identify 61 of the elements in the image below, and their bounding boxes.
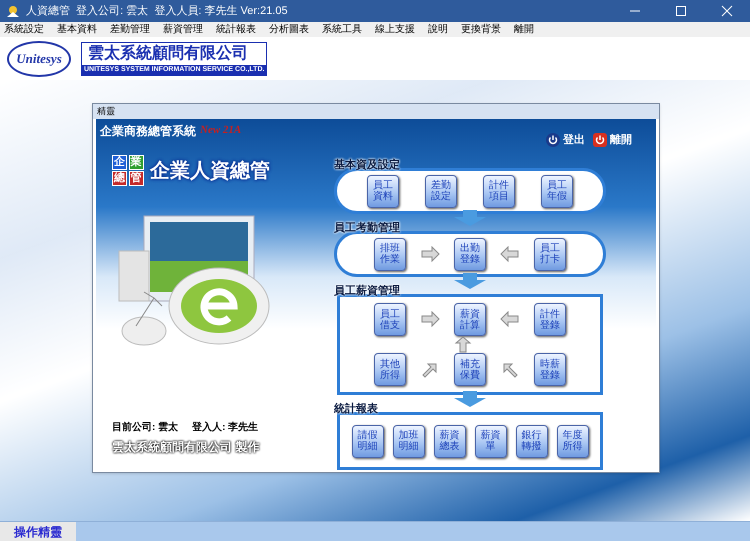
menu-button[interactable]: 薪資總表	[434, 424, 466, 458]
menu-button[interactable]: 計件登錄	[534, 303, 566, 336]
menu-button[interactable]: 薪資計算	[454, 303, 486, 336]
menu-item[interactable]: 系統設定	[4, 23, 44, 36]
section-title: 統計報表	[334, 403, 379, 415]
menu-item[interactable]: 說明	[428, 23, 448, 36]
app-icon	[6, 4, 20, 18]
menu-item[interactable]: 薪資管理	[163, 23, 203, 36]
window-title: 人資總管 登入公司: 雲太 登入人員: 李先生 Ver:21.05	[26, 4, 288, 19]
tab[interactable]: 操作精靈	[0, 522, 76, 541]
user-label: 登入人: 李先生	[192, 420, 258, 435]
emblem-logo: Unitesys	[7, 40, 71, 76]
menu-item[interactable]: 系統工具	[322, 23, 362, 36]
menu-button[interactable]: 年度所得	[556, 424, 588, 458]
menu-button[interactable]: 時薪登錄	[534, 353, 566, 386]
arrow-icon	[500, 311, 520, 328]
arrow-icon	[454, 336, 474, 353]
menu-button[interactable]: 員工年假	[541, 174, 573, 208]
system-name: 企業商務總管系統	[100, 123, 196, 140]
menu-item[interactable]: 線上支援	[375, 23, 415, 36]
arrow-icon	[500, 246, 520, 262]
exit-button[interactable]: 離開	[593, 132, 632, 148]
menu-button[interactable]: 排班作業	[374, 238, 406, 270]
menu-item[interactable]: 更換背景	[461, 23, 501, 36]
panel-title: 精靈	[93, 104, 659, 119]
menu-button[interactable]: 補充保費	[454, 353, 486, 386]
menu-button[interactable]: 其他所得	[374, 353, 406, 386]
menu-button[interactable]: 薪資單	[474, 424, 506, 458]
menu-button[interactable]: 差勤設定	[425, 174, 457, 208]
down-arrow-icon	[453, 391, 487, 407]
logo-tile: 總	[112, 171, 127, 186]
menu-item[interactable]: 差勤管理	[110, 23, 150, 36]
credit-text: 雲太系統顧問有限公司 製作	[112, 438, 262, 456]
down-arrow-icon	[453, 273, 487, 289]
power-icon	[546, 133, 560, 148]
menu-button[interactable]: 員工打卡	[534, 238, 566, 270]
menu-button[interactable]: 員工資料	[367, 174, 399, 208]
menu-button[interactable]: 請假明細	[352, 424, 384, 458]
power-icon	[593, 133, 607, 148]
menu-button[interactable]: 員工借支	[374, 303, 406, 336]
menu-item[interactable]: 離開	[514, 23, 534, 36]
menu-item[interactable]: 分析圖表	[269, 23, 309, 36]
menu-item[interactable]: 統計報表	[216, 23, 256, 36]
section-title: 員工薪資管理	[334, 285, 401, 297]
version-label: New 21A	[200, 123, 242, 138]
menu-button[interactable]: 銀行轉撥	[516, 424, 548, 458]
logout-button[interactable]: 登出	[546, 132, 585, 148]
section-title: 員工考勤管理	[334, 222, 401, 234]
company-label: 目前公司: 雲太	[112, 420, 178, 435]
product-name: 企業人資總管	[150, 158, 270, 184]
arrow-icon	[420, 311, 440, 328]
section-title: 基本資及設定	[334, 159, 401, 171]
arrow-icon	[420, 246, 440, 262]
logo-tile: 管	[128, 171, 144, 186]
menu-button[interactable]: 出勤登錄	[454, 238, 486, 270]
menu-button[interactable]: 加班明細	[392, 424, 424, 458]
down-arrow-icon	[453, 210, 487, 226]
menu-item[interactable]: 基本資料	[57, 23, 97, 36]
logo-tile: 企	[112, 155, 127, 170]
logo-tile: 業	[128, 155, 144, 170]
menu-button[interactable]: 計件項目	[483, 174, 515, 208]
